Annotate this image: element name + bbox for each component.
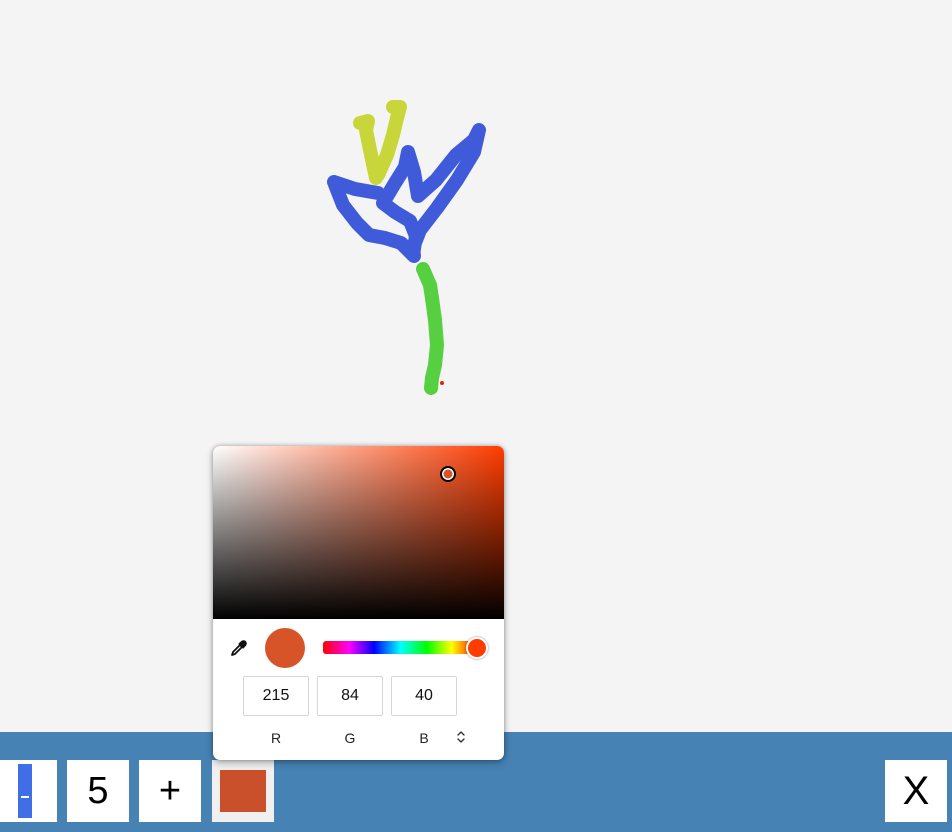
hue-slider-thumb[interactable] xyxy=(466,637,488,659)
eyedropper-icon[interactable] xyxy=(229,638,249,658)
current-color-swatch xyxy=(220,770,266,812)
green-channel-label: G xyxy=(344,730,356,746)
color-picker-button[interactable] xyxy=(212,760,274,822)
increase-size-button[interactable]: + xyxy=(139,760,201,822)
chevron-up-down-icon[interactable] xyxy=(455,729,467,745)
stroke-yellow-right xyxy=(371,100,407,182)
blue-channel-input[interactable] xyxy=(391,676,457,716)
brush-size-display: 5 xyxy=(67,760,129,822)
stroke-red-dot xyxy=(440,381,444,385)
close-button[interactable]: X xyxy=(885,760,947,822)
red-channel-input[interactable] xyxy=(243,676,309,716)
stroke-green-stem xyxy=(416,262,444,395)
hue-slider[interactable] xyxy=(323,641,478,654)
minus-icon xyxy=(18,764,32,818)
red-channel-label: R xyxy=(270,730,282,746)
blue-channel-label: B xyxy=(419,730,429,746)
saturation-value-cursor[interactable] xyxy=(440,466,456,482)
decrease-size-button[interactable] xyxy=(0,760,57,822)
green-channel-input[interactable] xyxy=(317,676,383,716)
color-picker-popup: R G B xyxy=(213,446,504,760)
saturation-value-area[interactable] xyxy=(213,446,504,619)
color-preview xyxy=(265,628,305,668)
stroke-blue-flower xyxy=(327,123,486,263)
